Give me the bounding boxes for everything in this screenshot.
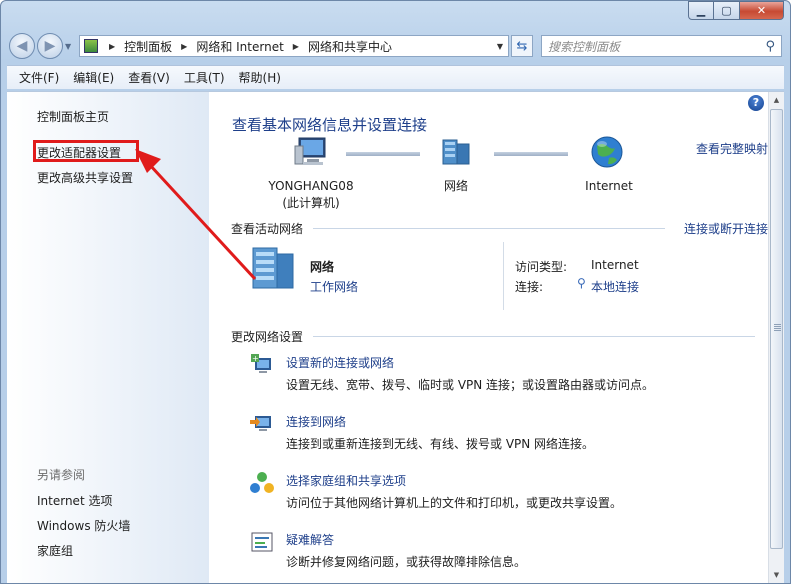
page-title: 查看基本网络信息并设置连接	[232, 116, 428, 134]
connection-line	[494, 152, 568, 156]
computer-name: YONGHANG08	[268, 179, 354, 193]
address-bar[interactable]: ▶ 控制面板 ▶ 网络和 Internet ▶ 网络和共享中心 ▼	[79, 35, 509, 57]
sidebar: 控制面板主页 更改适配器设置 更改高级共享设置 另请参阅 Internet 选项…	[7, 92, 209, 583]
setup-new-connection-link[interactable]: 设置新的连接或网络	[286, 354, 394, 371]
homegroup-icon	[250, 472, 274, 493]
computer-node-label: YONGHANG08 (此计算机)	[259, 178, 363, 212]
breadcrumb-network-sharing-center[interactable]: 网络和共享中心	[308, 38, 392, 55]
help-icon[interactable]: ?	[748, 95, 764, 111]
troubleshoot-desc: 诊断并修复网络问题，或获得故障排除信息。	[286, 555, 527, 569]
menu-tools[interactable]: 工具(T)	[184, 69, 225, 86]
breadcrumb-control-panel[interactable]: 控制面板	[124, 38, 172, 55]
sidebar-homegroup-link[interactable]: 家庭组	[37, 542, 73, 559]
address-row: ◀ ▶ ▼ ▶ 控制面板 ▶ 网络和 Internet ▶ 网络和共享中心 ▼ …	[9, 31, 782, 61]
chevron-right-icon[interactable]: ▶	[176, 42, 192, 51]
active-network-icon	[252, 247, 294, 289]
divider	[503, 242, 504, 310]
connect-disconnect-link[interactable]: 连接或断开连接	[684, 220, 768, 237]
internet-node-label: Internet	[585, 179, 633, 193]
local-connection-link[interactable]: 本地连接	[591, 278, 639, 295]
back-button[interactable]: ◀	[9, 33, 35, 59]
computer-icon	[294, 137, 326, 165]
divider	[313, 228, 665, 229]
minimize-icon: ▁	[696, 4, 706, 17]
active-networks-heading: 查看活动网络	[231, 222, 304, 236]
maximize-icon: ▢	[721, 4, 732, 17]
network-node-label: 网络	[443, 179, 468, 193]
full-map-link[interactable]: 查看完整映射	[696, 140, 768, 157]
network-type-link[interactable]: 工作网络	[310, 278, 358, 295]
minimize-button[interactable]: ▁	[688, 1, 714, 20]
search-placeholder: 搜索控制面板	[548, 39, 621, 54]
network-icon	[442, 139, 470, 165]
see-also-heading: 另请参阅	[37, 468, 86, 482]
change-settings-heading: 更改网络设置	[231, 330, 304, 344]
connection-label: 连接:	[515, 280, 544, 294]
search-icon[interactable]: ⚲	[765, 39, 775, 54]
access-type-label: 访问类型:	[515, 260, 568, 274]
menu-file[interactable]: 文件(F)	[19, 69, 59, 86]
content-area: 控制面板主页 更改适配器设置 更改高级共享设置 另请参阅 Internet 选项…	[7, 91, 784, 583]
search-input[interactable]: 搜索控制面板 ⚲	[541, 35, 782, 57]
access-type-value: Internet	[591, 258, 639, 272]
chevron-right-icon[interactable]: ▶	[104, 42, 120, 51]
sidebar-home-link[interactable]: 控制面板主页	[37, 108, 109, 125]
vertical-scrollbar[interactable]: ▲ ▼	[768, 92, 784, 583]
sidebar-firewall-link[interactable]: Windows 防火墙	[37, 517, 130, 534]
scroll-thumb[interactable]	[770, 109, 783, 549]
scroll-up-icon[interactable]: ▲	[769, 92, 784, 108]
scroll-down-icon[interactable]: ▼	[769, 567, 784, 583]
svg-text:+: +	[252, 354, 259, 363]
connect-to-network-icon	[250, 416, 271, 431]
chevron-right-icon[interactable]: ▶	[288, 42, 304, 51]
highlight-box	[33, 140, 139, 162]
divider	[313, 336, 755, 337]
close-icon: ✕	[756, 4, 767, 17]
sidebar-internet-options-link[interactable]: Internet 选项	[37, 492, 112, 509]
connect-to-network-desc: 连接到或重新连接到无线、有线、拨号或 VPN 网络连接。	[286, 437, 595, 451]
menu-edit[interactable]: 编辑(E)	[73, 69, 114, 86]
grip-icon	[774, 324, 781, 331]
close-button[interactable]: ✕	[740, 1, 784, 20]
breadcrumb-network-internet[interactable]: 网络和 Internet	[196, 38, 283, 55]
control-panel-icon	[84, 39, 98, 53]
troubleshoot-icon	[251, 532, 273, 552]
maximize-button[interactable]: ▢	[714, 1, 740, 20]
menu-view[interactable]: 查看(V)	[128, 69, 170, 86]
address-dropdown[interactable]: ▼	[492, 42, 508, 51]
main-panel: ? 查看基本网络信息并设置连接 查看完整映射 YONGHANG08 (此计算机)…	[209, 92, 768, 583]
new-connection-icon: +	[251, 354, 271, 373]
network-sharing-window: ▁ ▢ ✕ ◀ ▶ ▼ ▶ 控制面板 ▶ 网络和 Internet ▶ 网络和共…	[0, 0, 791, 584]
forward-button[interactable]: ▶	[37, 33, 63, 59]
menu-help[interactable]: 帮助(H)	[239, 69, 281, 86]
sidebar-advanced-sharing-link[interactable]: 更改高级共享设置	[37, 169, 133, 186]
homegroup-sharing-desc: 访问位于其他网络计算机上的文件和打印机，或更改共享设置。	[286, 496, 623, 510]
active-network-name: 网络	[310, 260, 335, 274]
homegroup-sharing-link[interactable]: 选择家庭组和共享选项	[286, 472, 406, 489]
refresh-button[interactable]: ⇆	[511, 35, 533, 57]
connection-line	[346, 152, 420, 156]
forward-arrow-icon: ▶	[44, 38, 56, 54]
refresh-icon: ⇆	[516, 38, 528, 54]
window-controls: ▁ ▢ ✕	[688, 1, 784, 22]
back-arrow-icon: ◀	[16, 38, 28, 54]
recent-pages-dropdown[interactable]: ▼	[65, 42, 75, 51]
internet-globe-icon	[591, 136, 623, 168]
computer-sub: (此计算机)	[282, 196, 340, 210]
connect-to-network-link[interactable]: 连接到网络	[286, 413, 346, 430]
troubleshoot-link[interactable]: 疑难解答	[286, 531, 334, 548]
menu-bar: 文件(F) 编辑(E) 查看(V) 工具(T) 帮助(H)	[7, 65, 784, 89]
setup-new-connection-desc: 设置无线、宽带、拨号、临时或 VPN 连接；或设置路由器或访问点。	[286, 378, 655, 392]
local-connection-icon: ⚲	[577, 276, 586, 290]
